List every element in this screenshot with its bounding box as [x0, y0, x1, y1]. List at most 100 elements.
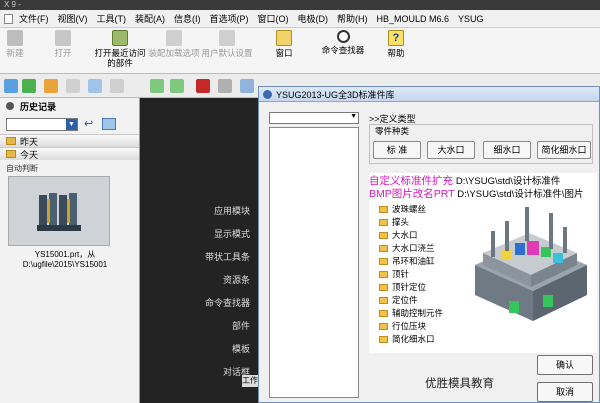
side-item-display-mode[interactable]: 显示模式	[140, 223, 254, 246]
recent-part-caption: YS15001.prt，从 D:\ugfile\2015\YS15001	[22, 250, 108, 269]
watermark-text: 优胜模具教育	[425, 378, 494, 390]
toolbar-icon[interactable]	[66, 79, 80, 93]
cube-icon[interactable]	[196, 79, 210, 93]
toolbar-icon[interactable]	[4, 79, 18, 93]
new-icon	[7, 30, 23, 46]
category-item[interactable]: 吊环和油缸	[379, 255, 435, 267]
folder-icon	[6, 137, 16, 145]
side-item-command-finder[interactable]: 命令查找器	[140, 292, 254, 315]
bmp-rename-line: BMP图片改名PRT D:\YSUG\std\设计标准件\图片	[369, 188, 584, 200]
standard-button[interactable]: 标 准	[373, 141, 421, 159]
side-item-dialog[interactable]: 对话框	[140, 361, 254, 384]
menu-item-window[interactable]: 窗口(O)	[258, 12, 289, 25]
recent-file-icon	[112, 30, 128, 46]
open-icon	[55, 30, 71, 46]
folder-icon	[379, 309, 388, 317]
history-filter-combo[interactable]: ▼	[6, 117, 78, 131]
app-icon	[263, 89, 272, 99]
folder-icon	[379, 244, 388, 252]
category-item[interactable]: 行位压块	[379, 320, 426, 332]
dialog-title-bar[interactable]: YSUG2013-UG全3D标准件库	[259, 87, 599, 102]
side-item-resource-bar[interactable]: 资源条	[140, 269, 254, 292]
user-defaults-button[interactable]: 用户默认设置	[200, 30, 254, 58]
back-arrow-icon[interactable]	[150, 79, 164, 93]
menu-item-assembly[interactable]: 装配(A)	[135, 12, 165, 25]
recent-part-thumbnail[interactable]	[8, 176, 110, 246]
category-item[interactable]: 波珠螺丝	[379, 203, 426, 215]
toolbar-icon[interactable]	[110, 79, 124, 93]
category-item[interactable]: 大水口	[379, 229, 418, 241]
command-finder-button[interactable]: 命令查找器	[318, 30, 368, 55]
category-item[interactable]: 撑头	[379, 216, 409, 228]
menu-item-hb-mould[interactable]: HB_MOULD M6.6	[377, 14, 450, 24]
toolbar-icon[interactable]	[240, 79, 254, 93]
folder-icon	[379, 322, 388, 330]
toolbar-icon[interactable]	[218, 79, 232, 93]
forward-arrow-icon[interactable]	[170, 79, 184, 93]
chevron-down-icon[interactable]: ▼	[66, 118, 77, 130]
menu-bar: 文件(F) 视图(V) 工具(T) 装配(A) 信息(I) 首选项(P) 窗口(…	[0, 10, 600, 28]
fine-gate-button[interactable]: 细水口	[483, 141, 531, 159]
category-item[interactable]: 辅助控制元件	[379, 307, 443, 319]
toolbar-icon[interactable]	[22, 79, 36, 93]
open-button[interactable]: 打开	[48, 30, 78, 58]
folder-icon	[379, 218, 388, 226]
menu-item-electrode[interactable]: 电极(D)	[298, 12, 329, 25]
assembly-load-options-button[interactable]: 装配加载选项	[148, 30, 200, 58]
mould-base-illustration	[475, 207, 587, 321]
side-item-template[interactable]: 模板	[140, 338, 254, 361]
parts-list[interactable]	[269, 127, 359, 398]
help-button[interactable]: ? 帮助	[382, 30, 410, 58]
new-button[interactable]: 新建	[0, 30, 30, 58]
document-icon	[4, 13, 13, 24]
window-icon	[276, 30, 292, 46]
window-button[interactable]: 窗口	[270, 30, 298, 58]
side-item-part[interactable]: 部件	[140, 315, 254, 338]
window-title: X 9 -	[0, 0, 600, 10]
history-tools: ▼ ↩	[0, 114, 139, 134]
category-item[interactable]: 顶针	[379, 268, 409, 280]
side-item-application[interactable]: 应用模块	[140, 200, 254, 223]
folder-icon	[6, 150, 16, 158]
assembly-load-icon	[166, 30, 182, 46]
folder-icon	[379, 296, 388, 304]
history-panel: 历史记录 ▼ ↩ 昨天 今天 自动判断 YS15001.prt，从 D:\ugf…	[0, 98, 140, 403]
history-header: 历史记录	[0, 98, 139, 114]
menu-item-help[interactable]: 帮助(H)	[337, 12, 368, 25]
auto-judge-label: 自动判断	[6, 164, 38, 173]
open-recent-button[interactable]: 打开最近访问的部件	[92, 30, 148, 68]
menu-item-file[interactable]: 文件(F)	[19, 12, 49, 25]
work-tab[interactable]: 工作	[242, 375, 258, 387]
part-preview-image	[37, 193, 81, 231]
parts-type-combo[interactable]: ▼	[269, 112, 359, 124]
menu-item-preferences[interactable]: 首选项(P)	[210, 12, 249, 25]
menu-item-ysug[interactable]: YSUG	[458, 14, 484, 24]
toolbar-icon[interactable]	[88, 79, 102, 93]
history-icon	[6, 102, 14, 110]
refresh-icon[interactable]: ↩	[84, 119, 96, 130]
category-item[interactable]: 简化细水口	[379, 333, 435, 345]
standard-parts-dialog: YSUG2013-UG全3D标准件库 ▼ >>定义类型 零件种类 标 准 大水口…	[258, 86, 600, 403]
confirm-button[interactable]: 确认	[537, 355, 593, 375]
context-side-menu: 应用模块 显示模式 带状工具条 资源条 命令查找器 部件 模板 对话框	[140, 200, 254, 384]
help-icon: ?	[388, 30, 404, 46]
menu-item-tools[interactable]: 工具(T)	[97, 12, 127, 25]
category-item[interactable]: 定位件	[379, 294, 418, 306]
category-item[interactable]: 顶针定位	[379, 281, 426, 293]
group-yesterday[interactable]: 昨天	[0, 134, 139, 147]
chevron-down-icon[interactable]: ▼	[350, 113, 357, 120]
simplified-fine-gate-button[interactable]: 简化细水口	[537, 141, 591, 159]
menu-item-info[interactable]: 信息(I)	[174, 12, 201, 25]
view-mode-icon[interactable]	[102, 118, 116, 130]
folder-icon	[379, 257, 388, 265]
toolbar-icon[interactable]	[44, 79, 58, 93]
menu-item-view[interactable]: 视图(V)	[58, 12, 88, 25]
folder-icon	[379, 283, 388, 291]
category-item[interactable]: 大水口浇兰	[379, 242, 435, 254]
search-icon	[336, 30, 350, 43]
group-today[interactable]: 今天	[0, 147, 139, 160]
cancel-button[interactable]: 取消	[537, 382, 593, 402]
ribbon: 新建 打开 打开最近访问的部件 装配加载选项 用户默认设置 窗口 命令查找器 ?…	[0, 28, 600, 74]
big-gate-button[interactable]: 大水口	[427, 141, 475, 159]
side-item-ribbon[interactable]: 带状工具条	[140, 246, 254, 269]
